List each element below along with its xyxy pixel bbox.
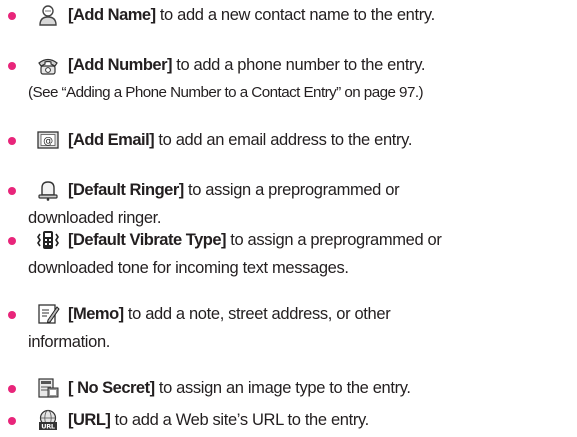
item-line: [Memo] to add a note, street address, or…	[68, 302, 391, 326]
phone-handset-icon	[36, 54, 60, 76]
item-continuation: (See “Adding a Phone Number to a Contact…	[28, 84, 424, 101]
document-page: [Add Name] to add a new contact name to …	[0, 0, 577, 437]
item-label: [Add Email]	[68, 131, 155, 149]
bullet-dot	[8, 237, 16, 245]
bullet-dot	[8, 311, 16, 319]
item-text: to assign an image type to the entry.	[158, 379, 411, 397]
item-label: [ No Secret]	[68, 379, 155, 397]
item-line: [Add Name] to add a new contact name to …	[68, 3, 435, 27]
item-text: to add a phone number to the entry.	[176, 56, 426, 74]
bullet-dot	[8, 417, 16, 425]
item-label: [Add Number]	[68, 56, 173, 74]
item-text: to assign a preprogrammed or	[187, 181, 400, 199]
item-label: [Add Name]	[68, 6, 156, 24]
item-text: to add a note, street address, or other	[127, 305, 391, 323]
item-continuation: downloaded tone for incoming text messag…	[28, 259, 349, 277]
bullet-dot	[8, 137, 16, 145]
item-label: [Default Ringer]	[68, 181, 184, 199]
item-text: to add a Web site’s URL to the entry.	[114, 411, 370, 429]
bullet-dot	[8, 12, 16, 20]
ringer-bell-icon	[36, 179, 60, 201]
item-line: [Default Vibrate Type] to assign a prepr…	[68, 228, 442, 252]
item-text: to assign a preprogrammed or	[230, 231, 442, 249]
item-line: [ No Secret] to assign an image type to …	[68, 376, 411, 400]
item-line: [URL] to add a Web site’s URL to the ent…	[68, 408, 369, 432]
item-line: [Default Ringer] to assign a preprogramm…	[68, 178, 400, 202]
bullet-dot	[8, 187, 16, 195]
item-text: to add a new contact name to the entry.	[159, 6, 435, 24]
item-line: [Add Email] to add an email address to t…	[68, 128, 412, 152]
url-globe-icon: URL	[36, 409, 60, 431]
image-type-icon	[36, 377, 60, 399]
memo-pencil-icon	[36, 303, 60, 325]
add-name-person-icon	[36, 4, 60, 26]
svg-text:@: @	[43, 136, 53, 147]
svg-text:URL: URL	[41, 423, 55, 431]
item-line: [Add Number] to add a phone number to th…	[68, 53, 425, 77]
bullet-dot	[8, 62, 16, 70]
vibrate-phone-icon	[36, 229, 60, 251]
item-text: to add an email address to the entry.	[158, 131, 413, 149]
email-at-icon: @	[36, 129, 60, 151]
item-continuation: downloaded ringer.	[28, 209, 162, 227]
bullet-dot	[8, 385, 16, 393]
item-label: [Default Vibrate Type]	[68, 231, 227, 249]
item-label: [Memo]	[68, 305, 124, 323]
item-continuation: information.	[28, 333, 111, 351]
item-label: [URL]	[68, 411, 111, 429]
